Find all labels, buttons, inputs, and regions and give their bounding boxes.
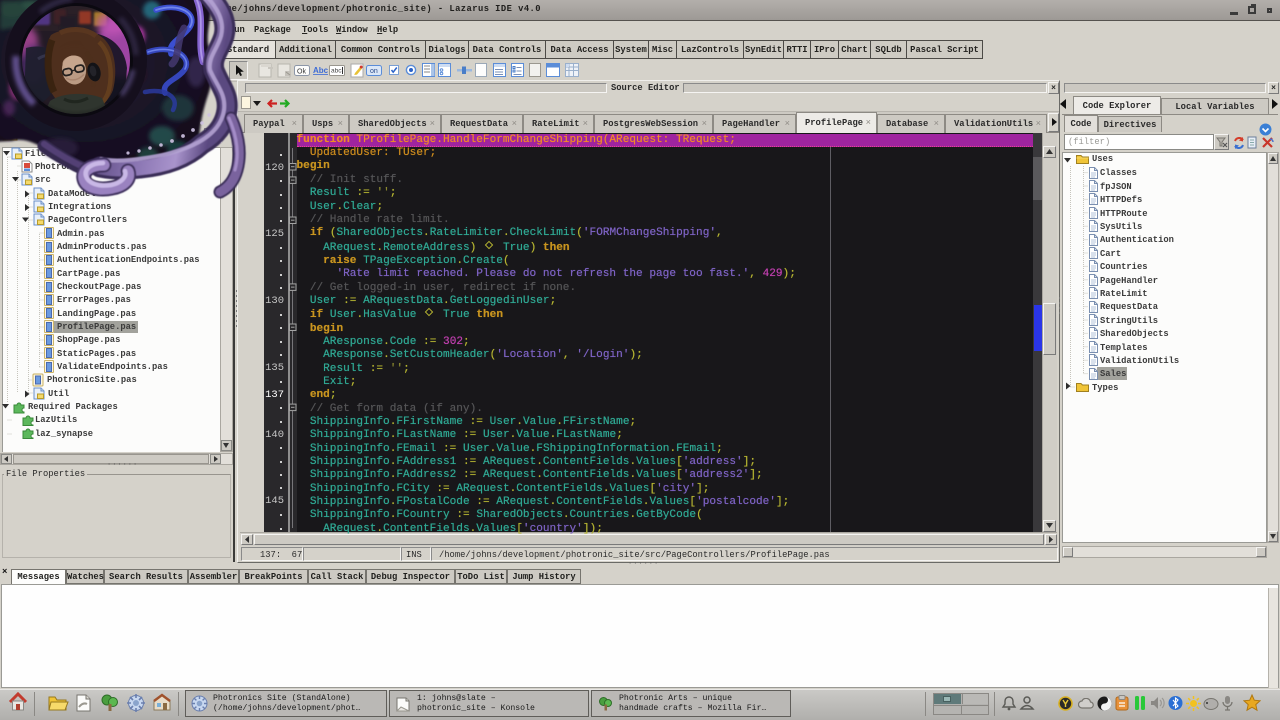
svg-text:on: on — [370, 68, 378, 75]
svg-text:abc: abc — [331, 68, 342, 75]
svg-text:Ok: Ok — [297, 69, 306, 76]
svg-text:Abc: Abc — [313, 66, 328, 75]
